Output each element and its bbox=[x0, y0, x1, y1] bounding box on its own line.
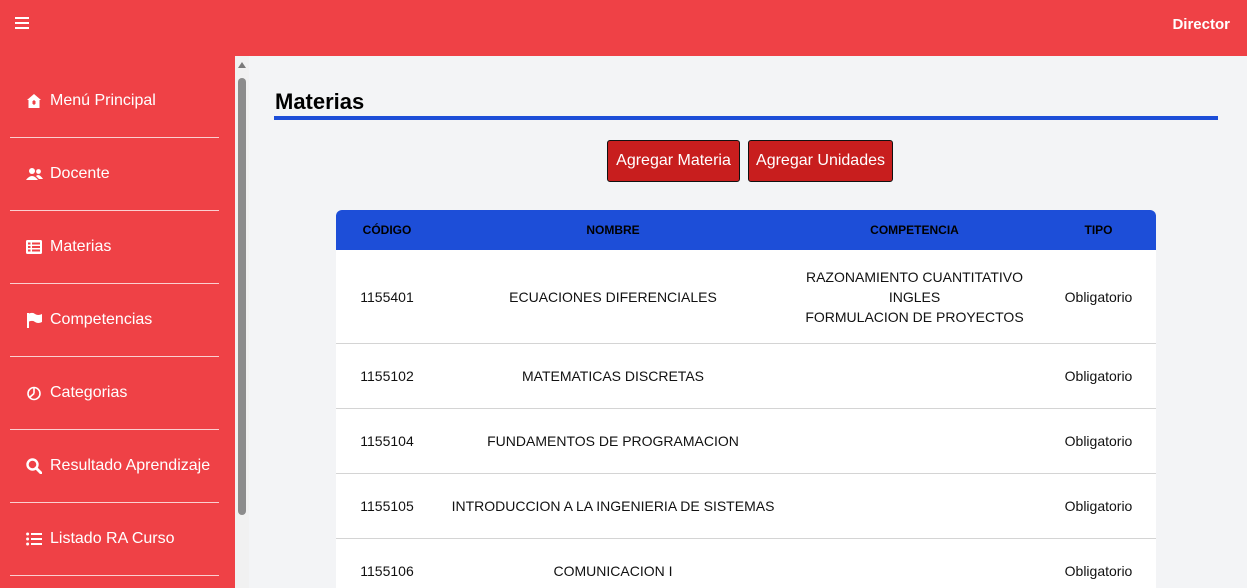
cell-competencia bbox=[788, 539, 1041, 588]
cell-tipo: Obligatorio bbox=[1064, 433, 1133, 449]
header-tipo: TIPO bbox=[1084, 223, 1113, 237]
sidebar-item-label: Listado RA Curso bbox=[50, 530, 175, 547]
header-codigo: CÓDIGO bbox=[362, 223, 412, 237]
pie-chart-icon bbox=[25, 384, 43, 402]
cell-nombre: FUNDAMENTOS DE PROGRAMACION bbox=[487, 433, 739, 449]
sidebar-item-label: Docente bbox=[50, 165, 110, 182]
table-row[interactable]: 1155401 ECUACIONES DIFERENCIALES RAZONAM… bbox=[336, 250, 1156, 344]
cell-nombre: ECUACIONES DIFERENCIALES bbox=[509, 288, 717, 305]
sidebar-item-listado-ra-curso[interactable]: Listado RA Curso bbox=[10, 503, 219, 576]
table-row[interactable]: 1155106 COMUNICACION I Obligatorio bbox=[336, 539, 1156, 588]
cell-competencia bbox=[788, 344, 1041, 408]
cell-tipo: Obligatorio bbox=[1064, 563, 1133, 579]
sidebar-item-label: Categorias bbox=[50, 384, 128, 401]
cell-codigo: 1155102 bbox=[360, 368, 414, 384]
cell-nombre: MATEMATICAS DISCRETAS bbox=[521, 368, 704, 384]
sidebar-item-categorias[interactable]: Categorias bbox=[10, 357, 219, 430]
sidebar-item-docente[interactable]: Docente bbox=[10, 138, 219, 211]
sidebar-item-label: Resultado Aprendizaje bbox=[50, 457, 211, 474]
materias-table: CÓDIGO NOMBRE COMPETENCIA TIPO 1155401 E… bbox=[336, 210, 1156, 588]
title-underline bbox=[274, 116, 1218, 120]
sidebar-item-label: Menú Principal bbox=[50, 92, 156, 109]
user-role[interactable]: Director bbox=[1172, 16, 1230, 33]
users-icon bbox=[25, 165, 43, 183]
competencia-item: INGLES bbox=[888, 288, 941, 305]
cell-codigo: 1155401 bbox=[360, 288, 414, 305]
sidebar-item-materias[interactable]: Materias bbox=[10, 211, 219, 284]
cell-tipo: Obligatorio bbox=[1064, 368, 1133, 384]
header-nombre: NOMBRE bbox=[586, 223, 640, 237]
cell-competencia: RAZONAMIENTO CUANTITATIVO INGLES FORMULA… bbox=[788, 250, 1041, 343]
competencia-item: RAZONAMIENTO CUANTITATIVO bbox=[805, 268, 1023, 285]
search-icon bbox=[25, 457, 43, 475]
home-icon bbox=[25, 92, 43, 110]
top-bar: Director bbox=[0, 0, 1247, 56]
cell-tipo: Obligatorio bbox=[1064, 288, 1133, 305]
scrollbar-thumb[interactable] bbox=[238, 78, 246, 515]
sidebar-item-competencias[interactable]: Competencias bbox=[10, 284, 219, 357]
cell-codigo: 1155106 bbox=[360, 563, 414, 579]
page-title: Materias bbox=[275, 89, 365, 114]
table-row[interactable]: 1155105 INTRODUCCION A LA INGENIERIA DE … bbox=[336, 474, 1156, 539]
cell-competencia bbox=[788, 409, 1041, 473]
sidebar-item-label: Competencias bbox=[50, 311, 153, 328]
table-header: CÓDIGO NOMBRE COMPETENCIA TIPO bbox=[336, 210, 1156, 250]
sidebar-scrollbar[interactable] bbox=[235, 56, 249, 588]
sidebar: Menú Principal Docente Materias Competen… bbox=[0, 56, 235, 588]
cell-codigo: 1155104 bbox=[360, 433, 414, 449]
list-icon bbox=[25, 238, 43, 256]
competencia-item: FORMULACION DE PROYECTOS bbox=[805, 308, 1024, 325]
header-competencia: COMPETENCIA bbox=[870, 223, 959, 237]
add-materia-button[interactable]: Agregar Materia bbox=[607, 140, 740, 182]
table-row[interactable]: 1155102 MATEMATICAS DISCRETAS Obligatori… bbox=[336, 344, 1156, 409]
flag-icon bbox=[25, 311, 43, 329]
sidebar-item-resultado-aprendizaje[interactable]: Resultado Aprendizaje bbox=[10, 430, 219, 503]
add-unidades-button[interactable]: Agregar Unidades bbox=[748, 140, 893, 182]
cell-nombre: INTRODUCCION A LA INGENIERIA DE SISTEMAS bbox=[451, 498, 775, 514]
cell-nombre: COMUNICACION I bbox=[553, 563, 673, 579]
cell-tipo: Obligatorio bbox=[1064, 498, 1133, 514]
scroll-up-arrow-icon[interactable] bbox=[238, 62, 246, 68]
table-row[interactable]: 1155104 FUNDAMENTOS DE PROGRAMACION Obli… bbox=[336, 409, 1156, 474]
cell-competencia bbox=[788, 474, 1041, 538]
cell-codigo: 1155105 bbox=[360, 498, 414, 514]
sidebar-item-label: Materias bbox=[50, 238, 112, 255]
hamburger-icon[interactable] bbox=[15, 17, 29, 31]
sidebar-item-menu-principal[interactable]: Menú Principal bbox=[10, 65, 219, 138]
list-ul-icon bbox=[25, 530, 43, 548]
